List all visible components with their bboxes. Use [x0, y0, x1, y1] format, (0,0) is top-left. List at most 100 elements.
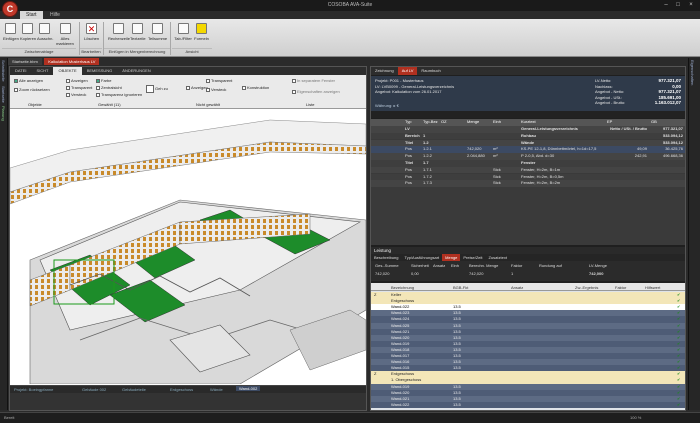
farbe-checkbox[interactable]: Farbe: [96, 78, 111, 83]
tree-row[interactable]: Pos 1.7.2 Stck Fenster, H=2m, B=0,5m: [371, 173, 685, 181]
sidebar-item-schnittstelle[interactable]: Schnittstelle: [0, 58, 7, 84]
delete-button[interactable]: ✕ Löschen: [84, 23, 99, 47]
nsel-versteck-button[interactable]: Versteck: [206, 87, 226, 92]
col-typbez[interactable]: Typ-Bez: [423, 119, 439, 126]
col-kurztext[interactable]: Kurztext: [521, 119, 601, 126]
row-check-icon[interactable]: ✔: [677, 402, 682, 408]
col-ep[interactable]: EP: [607, 119, 627, 126]
sel-versteck-button[interactable]: Versteck: [66, 92, 86, 97]
col-oz[interactable]: OZ: [441, 119, 461, 126]
paste-button[interactable]: Einfügen: [3, 23, 19, 47]
formeln-button[interactable]: Formeln: [194, 23, 209, 47]
app-logo-icon[interactable]: C: [2, 1, 18, 17]
col-typ[interactable]: Typ: [405, 119, 423, 126]
3d-viewport[interactable]: [10, 110, 366, 384]
teilsumme-button[interactable]: Teilsumme: [148, 23, 167, 47]
tab-hilfe[interactable]: Hilfe: [44, 11, 66, 19]
copy-button[interactable]: Kopieren: [20, 23, 36, 47]
tab-filter-button[interactable]: Tab./Filter: [174, 23, 192, 47]
tab-zeichnung[interactable]: Zeichnung: [371, 67, 398, 75]
tab-beschreibung[interactable]: Beschreibung: [371, 254, 401, 261]
tab-objekte[interactable]: OBJEKTE: [53, 67, 82, 75]
crumb-floor[interactable]: Erdgeschoss: [170, 387, 193, 392]
doc-tab-kalkulation[interactable]: Kalkulation Musterhaus LV: [44, 58, 100, 65]
building-model[interactable]: [10, 110, 366, 384]
tree-row[interactable]: Pos 1.2.1 742,020 m² KS-PE 12-1,8, Dünnbettm…: [371, 146, 685, 153]
tab-aenderungen[interactable]: ÄNDERUNGEN: [117, 67, 155, 75]
doc-tab-start[interactable]: Startseite.bbm: [8, 58, 42, 65]
tree-row[interactable]: Pos 1.7.3 Stck Fenster, H=2m, B=2m: [371, 180, 685, 187]
tree-row[interactable]: Bereich 1 Rohbau 533.094,12: [371, 132, 685, 140]
crumb-project[interactable]: Projekt: Boeingpfanne: [14, 387, 53, 392]
show-all-button[interactable]: Alle anzeigen: [14, 78, 43, 83]
rechenzeile-button[interactable]: Rechenzeile: [108, 23, 130, 47]
sidebar-item-planung[interactable]: Planung: [0, 104, 7, 123]
tab-start[interactable]: Start: [20, 11, 43, 19]
tab-sicht[interactable]: SICHT: [31, 67, 53, 75]
col-zw-ergebnis[interactable]: Zw.-Ergebnis: [575, 285, 598, 290]
tab-zusatztext[interactable]: Zusatztext: [486, 254, 510, 261]
gehzu-button[interactable]: Geh zu: [146, 85, 168, 93]
lbl-ges-summe: Ges.-Summe: [375, 263, 399, 268]
sidebar-item-eigenschaften[interactable]: Eigenschaften: [689, 58, 696, 87]
crumb-building[interactable]: Gebäude 002: [82, 387, 106, 392]
tab-bemessung[interactable]: BEMESSUNG: [82, 67, 118, 75]
cut-icon: [39, 23, 50, 34]
model-scrollbar[interactable]: [10, 393, 366, 410]
tree-row[interactable]: Titel 1.2 Wände 533.094,12: [371, 139, 685, 147]
sicherheit-field[interactable]: 0,00: [411, 271, 419, 276]
col-bezeichnung[interactable]: Bezeichnung: [391, 285, 414, 290]
zoom-level[interactable]: 100 %: [630, 415, 641, 420]
tab-typ-ausfuehrung[interactable]: Typ/Ausführungsart: [401, 254, 442, 261]
tab-datei[interactable]: DATEI: [10, 67, 31, 75]
close-icon[interactable]: ×: [685, 1, 697, 9]
crumb-walls[interactable]: Wände: [210, 387, 223, 392]
zentralsicht-label: Zentralsicht: [101, 85, 122, 90]
tree-cell: 1.7.2: [423, 173, 432, 179]
col-gb[interactable]: GB: [651, 119, 681, 126]
separate-window-checkbox[interactable]: In separatem Fenster: [292, 78, 335, 83]
crumb-selected-wall[interactable]: Wand-002: [236, 386, 261, 391]
nsel-transparent-button[interactable]: Transparent: [206, 78, 232, 83]
col-ansatz[interactable]: Ansatz: [511, 285, 523, 290]
tree-row[interactable]: LV General-Leistungsverzeichnis Netto / US…: [371, 126, 685, 133]
col-hilfswert[interactable]: Hilfswert: [645, 285, 660, 290]
col-einh[interactable]: Einh: [493, 119, 505, 126]
faktor-field[interactable]: 1: [511, 271, 513, 276]
checkbox-icon: [96, 92, 100, 97]
nsel-anzeigen-button[interactable]: Anzeigen: [186, 85, 208, 90]
col-bgb[interactable]: BGB-Fkt: [453, 285, 468, 290]
properties-checkbox[interactable]: Eigenschaften anzeigen: [292, 89, 340, 94]
project-info: Projekt: P001 - Musterhaus LV: LVB0099 -…: [371, 76, 685, 111]
textzeile-button[interactable]: Textzeile: [130, 23, 146, 47]
maximize-icon[interactable]: □: [672, 1, 684, 9]
minimize-icon[interactable]: –: [660, 1, 672, 9]
sidebar-item-startseite[interactable]: Startseite: [0, 84, 7, 105]
transparenz-checkbox[interactable]: Transparenz ignorieren: [96, 92, 142, 97]
ges-summe-field[interactable]: 742,020: [375, 271, 389, 276]
lv-menge-field[interactable]: 742,000: [589, 271, 603, 276]
lv-tree-grid[interactable]: Typ Typ-Bez OZ Menge Einh Kurztext EP GB…: [371, 119, 685, 245]
sel-transparent-button[interactable]: Transparent: [66, 85, 92, 90]
mengen-row[interactable]: Wand-022 13.5 ✔: [371, 401, 685, 409]
select-all-button[interactable]: Alles markieren: [54, 23, 76, 47]
tab-auf-lv[interactable]: Auf LV: [397, 67, 418, 75]
tree-row[interactable]: Pos 1.2.2 2.044,880 m² P 2-0,5, Abd. d=30 242…: [371, 153, 685, 160]
konstruktion-button[interactable]: Konstruktion: [242, 85, 269, 90]
tree-row[interactable]: Titel 1.7 Fenster: [371, 160, 685, 167]
tab-menge[interactable]: Menge: [442, 254, 461, 261]
sel-anzeigen-button[interactable]: Anzeigen: [66, 78, 88, 83]
cut-button[interactable]: Ausschn.: [37, 23, 53, 47]
berechn-menge-field[interactable]: 742,020: [469, 271, 483, 276]
crumb-parts[interactable]: Gebäudeteile: [122, 387, 146, 392]
tab-preise-zeit[interactable]: Preise/Zeit: [460, 254, 485, 261]
col-menge[interactable]: Menge: [467, 119, 491, 126]
tree-row[interactable]: Pos 1.7.1 Stck Fenster, H=2m, B=1m: [371, 166, 685, 174]
reset-zoom-button[interactable]: Zoom rücksetzen: [14, 87, 50, 92]
zentralsicht-checkbox[interactable]: Zentralsicht: [96, 85, 122, 90]
sel-transparent-label: Transparent: [71, 85, 93, 90]
tree-cell: Titel: [405, 160, 414, 165]
tab-raumbuch[interactable]: Raumbuch: [417, 67, 444, 75]
mengen-grid[interactable]: Bezeichnung BGB-Fkt Ansatz Zw.-Ergebnis …: [371, 283, 685, 410]
col-faktor[interactable]: Faktor: [615, 285, 626, 290]
